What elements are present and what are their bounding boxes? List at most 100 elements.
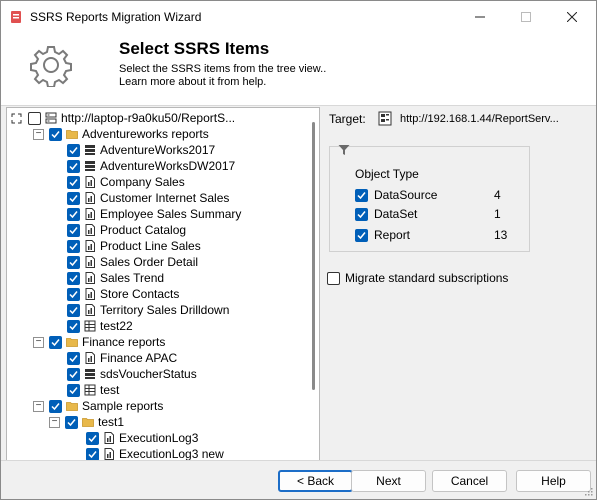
- check-icon: [357, 191, 366, 199]
- scroll-thumb[interactable]: [312, 122, 315, 390]
- object-type-checkbox[interactable]: [355, 228, 368, 242]
- folder-checkbox[interactable]: [49, 127, 62, 141]
- tree-item-report[interactable]: Employee Sales Summary: [67, 206, 241, 222]
- maximize-button[interactable]: [503, 1, 549, 33]
- tree-item-report[interactable]: Sales Trend: [67, 270, 164, 286]
- report-icon: [85, 208, 95, 220]
- root-checkbox[interactable]: [28, 111, 41, 125]
- check-icon: [51, 338, 60, 346]
- tree-item-report[interactable]: Product Catalog: [67, 222, 186, 238]
- next-button[interactable]: Next: [351, 470, 426, 492]
- item-label: test22: [100, 319, 133, 333]
- migrate-subscriptions-option[interactable]: Migrate standard subscriptions: [327, 271, 508, 285]
- folder-finance[interactable]: − Finance reports: [33, 334, 165, 350]
- folder-checkbox[interactable]: [65, 415, 78, 429]
- item-checkbox[interactable]: [67, 175, 80, 189]
- folder-icon: [82, 418, 94, 427]
- tree-item-report[interactable]: Sales Order Detail: [67, 254, 198, 270]
- tree-root[interactable]: http://laptop-r9a0ku50/ReportS...: [11, 110, 235, 126]
- window-title: SSRS Reports Migration Wizard: [30, 10, 202, 24]
- collapse-icon[interactable]: −: [33, 128, 44, 140]
- collapse-icon[interactable]: −: [49, 416, 60, 428]
- filter-icon: [338, 145, 350, 155]
- tree-item-report[interactable]: ExecutionLog3 new: [86, 446, 224, 460]
- check-icon: [69, 210, 78, 218]
- item-label: ExecutionLog3: [119, 431, 199, 445]
- tree-item-report[interactable]: ExecutionLog3: [86, 430, 198, 446]
- tree-item-datasource[interactable]: AdventureWorks2017: [67, 142, 215, 158]
- folder-adventureworks[interactable]: − Adventureworks reports: [33, 126, 209, 142]
- object-type-checkbox[interactable]: [355, 207, 368, 221]
- target-url: http://192.168.1.44/ReportServ...: [400, 113, 559, 125]
- tree-item-report[interactable]: Company Sales: [67, 174, 185, 190]
- migrate-subscriptions-checkbox[interactable]: [327, 271, 340, 285]
- cancel-button[interactable]: Cancel: [432, 470, 507, 492]
- item-checkbox[interactable]: [67, 303, 80, 317]
- item-label: Company Sales: [100, 175, 185, 189]
- server-icon: [378, 111, 392, 126]
- item-checkbox[interactable]: [67, 271, 80, 285]
- object-type-report[interactable]: Report: [355, 227, 410, 243]
- collapse-icon[interactable]: −: [33, 400, 44, 412]
- folder-icon: [66, 402, 78, 411]
- tree-item-report[interactable]: Customer Internet Sales: [67, 190, 229, 206]
- tree-scrollbar[interactable]: [309, 108, 319, 460]
- wizard-header: Select SSRS Items Select the SSRS items …: [1, 33, 596, 106]
- collapse-icon[interactable]: −: [33, 336, 44, 348]
- tree-item-dataset[interactable]: test22: [67, 318, 133, 334]
- minimize-button[interactable]: [457, 1, 503, 33]
- folder-checkbox[interactable]: [49, 335, 62, 349]
- help-button[interactable]: Help: [516, 470, 591, 492]
- check-icon: [69, 370, 78, 378]
- item-checkbox[interactable]: [67, 159, 80, 173]
- item-checkbox[interactable]: [67, 207, 80, 221]
- check-icon: [51, 130, 60, 138]
- object-type-title: Object Type: [355, 167, 419, 181]
- gear-icon: [30, 46, 72, 87]
- tree-item-report[interactable]: Territory Sales Drilldown: [67, 302, 229, 318]
- item-checkbox[interactable]: [67, 223, 80, 237]
- folder-sample[interactable]: − Sample reports: [33, 398, 163, 414]
- tree-item-report[interactable]: Store Contacts: [67, 286, 179, 302]
- tree-item-report[interactable]: Product Line Sales: [67, 238, 201, 254]
- item-checkbox[interactable]: [67, 191, 80, 205]
- tree-item-dataset[interactable]: test: [67, 382, 119, 398]
- check-icon: [88, 450, 97, 458]
- wizard-window: SSRS Reports Migration Wizard Select SSR…: [0, 0, 597, 500]
- dataset-icon: [84, 320, 96, 332]
- app-icon: [11, 11, 21, 23]
- object-type-datasource[interactable]: DataSource: [355, 187, 437, 203]
- folder-label: Sample reports: [82, 399, 164, 413]
- tree-item-datasource[interactable]: sdsVoucherStatus: [67, 366, 197, 382]
- object-type-dataset[interactable]: DataSet: [355, 206, 417, 222]
- item-checkbox[interactable]: [67, 367, 80, 381]
- tree-item-datasource[interactable]: AdventureWorksDW2017: [67, 158, 235, 174]
- folder-icon: [66, 338, 78, 347]
- item-label: Territory Sales Drilldown: [100, 303, 230, 317]
- folder-checkbox[interactable]: [49, 399, 62, 413]
- resize-grip-icon[interactable]: [585, 488, 593, 496]
- item-checkbox[interactable]: [67, 319, 80, 333]
- close-button[interactable]: [549, 1, 595, 33]
- ssrs-tree-view[interactable]: http://laptop-r9a0ku50/ReportS... − Adve…: [6, 107, 320, 461]
- folder-test1[interactable]: − test1: [49, 414, 124, 430]
- back-button[interactable]: < Back: [278, 470, 353, 492]
- expand-all-icon[interactable]: [11, 113, 22, 124]
- item-checkbox[interactable]: [67, 255, 80, 269]
- report-icon: [85, 224, 95, 236]
- tree-item-report[interactable]: Finance APAC: [67, 350, 177, 366]
- dataset-icon: [84, 384, 96, 396]
- item-label: test: [100, 383, 120, 397]
- minimize-icon: [475, 16, 485, 18]
- item-checkbox[interactable]: [67, 143, 80, 157]
- datasource-icon: [85, 145, 95, 155]
- object-type-label: DataSet: [374, 207, 418, 221]
- item-checkbox[interactable]: [67, 351, 80, 365]
- object-type-checkbox[interactable]: [355, 188, 368, 202]
- item-label: Customer Internet Sales: [100, 191, 230, 205]
- item-checkbox[interactable]: [67, 287, 80, 301]
- item-checkbox[interactable]: [67, 383, 80, 397]
- item-checkbox[interactable]: [86, 447, 99, 460]
- item-checkbox[interactable]: [67, 239, 80, 253]
- item-checkbox[interactable]: [86, 431, 99, 445]
